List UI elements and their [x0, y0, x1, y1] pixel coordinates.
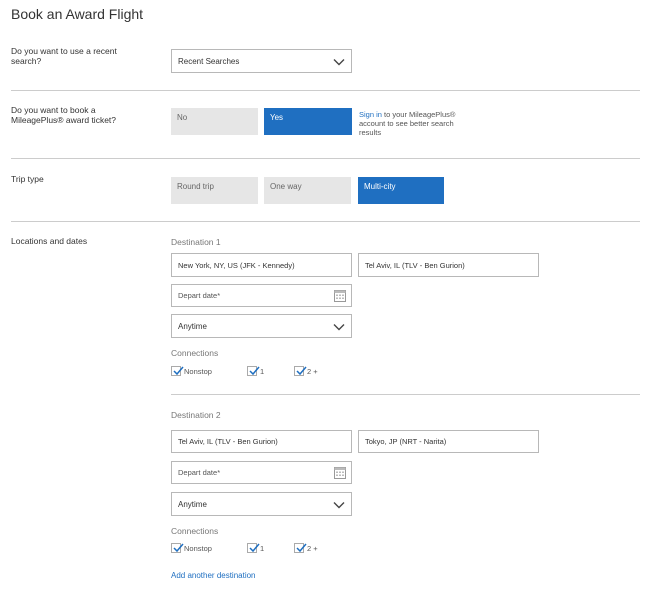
destination-2-one-stop-label: 1: [260, 543, 265, 553]
destination-divider: [171, 394, 640, 395]
destination-1-nonstop-label: Nonstop: [184, 366, 212, 376]
recent-search-value: Recent Searches: [178, 56, 240, 66]
trip-type-label: Trip type: [11, 174, 44, 184]
divider: [11, 90, 640, 91]
checkbox-check-icon: [171, 543, 184, 553]
destination-1-to-input[interactable]: Tel Aviv, IL (TLV - Ben Gurion): [358, 253, 539, 277]
chevron-down-icon: [333, 59, 345, 66]
destination-1-from-value: New York, NY, US (JFK - Kennedy): [178, 260, 295, 270]
destination-1-time-select[interactable]: Anytime: [171, 314, 352, 338]
award-no-button[interactable]: No: [171, 108, 258, 135]
destination-2-connections-label: Connections: [171, 526, 219, 536]
recent-search-label: Do you want to use a recent search?: [11, 46, 117, 66]
chevron-down-icon: [333, 502, 345, 509]
destination-2-to-input[interactable]: Tokyo, JP (NRT - Narita): [358, 430, 539, 453]
signin-link[interactable]: Sign in: [359, 110, 382, 119]
trip-multi-city-button[interactable]: Multi-city: [358, 177, 444, 204]
calendar-icon[interactable]: [334, 289, 346, 302]
destination-1-one-stop-checkbox[interactable]: 1: [247, 366, 264, 376]
destination-1-two-plus-checkbox[interactable]: 2 +: [294, 366, 318, 376]
destination-1-depart-placeholder: Depart date*: [178, 291, 221, 300]
destination-2-from-input[interactable]: Tel Aviv, IL (TLV - Ben Gurion): [171, 430, 352, 453]
recent-search-select[interactable]: Recent Searches: [171, 49, 352, 73]
destination-2-two-plus-checkbox[interactable]: 2 +: [294, 543, 318, 553]
divider: [11, 158, 640, 159]
chevron-down-icon: [333, 324, 345, 331]
checkbox-check-icon: [247, 366, 260, 376]
destination-2-one-stop-checkbox[interactable]: 1: [247, 543, 264, 553]
checkbox-check-icon: [294, 543, 307, 553]
locations-label: Locations and dates: [11, 236, 88, 246]
page-title: Book an Award Flight: [11, 6, 144, 22]
signin-info: Sign in to your MileagePlus® account to …: [359, 110, 459, 137]
destination-1-from-input[interactable]: New York, NY, US (JFK - Kennedy): [171, 253, 352, 277]
destination-1-depart-input[interactable]: Depart date*: [171, 284, 352, 307]
destination-2-nonstop-label: Nonstop: [184, 543, 212, 553]
trip-round-trip-button[interactable]: Round trip: [171, 177, 258, 204]
destination-2-time-select[interactable]: Anytime: [171, 492, 352, 516]
trip-one-way-button[interactable]: One way: [264, 177, 351, 204]
destination-2-from-value: Tel Aviv, IL (TLV - Ben Gurion): [178, 437, 278, 446]
checkbox-check-icon: [171, 366, 184, 376]
add-destination-link[interactable]: Add another destination: [171, 571, 256, 580]
destination-1-to-value: Tel Aviv, IL (TLV - Ben Gurion): [365, 260, 465, 270]
destination-1-heading: Destination 1: [171, 237, 221, 247]
destination-2-nonstop-checkbox[interactable]: Nonstop: [171, 543, 212, 553]
destination-2-depart-input[interactable]: Depart date*: [171, 461, 352, 484]
checkbox-check-icon: [294, 366, 307, 376]
destination-1-one-stop-label: 1: [260, 366, 265, 376]
award-yes-button[interactable]: Yes: [264, 108, 352, 135]
destination-1-nonstop-checkbox[interactable]: Nonstop: [171, 366, 212, 376]
destination-1-two-plus-label: 2 +: [307, 366, 318, 376]
award-ticket-label: Do you want to book a MileagePlus® award…: [11, 105, 117, 125]
destination-2-to-value: Tokyo, JP (NRT - Narita): [365, 437, 447, 446]
calendar-icon[interactable]: [334, 466, 346, 479]
destination-1-connections-label: Connections: [171, 348, 219, 358]
checkbox-check-icon: [247, 543, 260, 553]
destination-2-time-value: Anytime: [178, 499, 207, 509]
destination-2-heading: Destination 2: [171, 410, 221, 420]
destination-1-time-value: Anytime: [178, 321, 207, 331]
destination-2-depart-placeholder: Depart date*: [178, 468, 221, 477]
destination-2-two-plus-label: 2 +: [307, 543, 318, 553]
divider: [11, 221, 640, 222]
